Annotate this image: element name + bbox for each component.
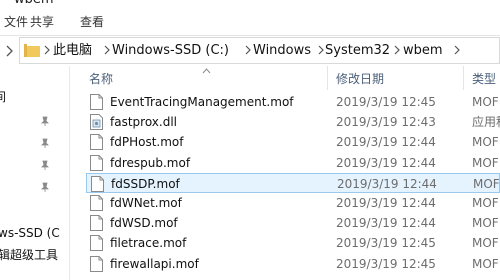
pin-icon[interactable]: [40, 138, 50, 149]
navigation-pane: 间 ws-SSD (C 辑超级工具: [0, 66, 69, 280]
file-row[interactable]: fdWNet.mof 2019/3/19 12:44 MOF: [86, 193, 500, 213]
breadcrumb-chevron-icon[interactable]: [452, 44, 462, 56]
scrollbar[interactable]: [489, 66, 500, 280]
file-modified-date: 2019/3/19 12:43: [336, 115, 436, 130]
breadcrumb-drive[interactable]: Windows-SSD (C:): [112, 43, 229, 59]
title-bar: wbem: [0, 0, 500, 8]
sidebar-item-drive[interactable]: ws-SSD (C: [0, 226, 60, 241]
document-icon: [90, 134, 103, 151]
file-row[interactable]: fdPHost.mof 2019/3/19 12:44 MOF: [86, 132, 500, 152]
file-modified-date: 2019/3/19 12:45: [336, 236, 436, 251]
file-name: fdrespub.mof: [110, 155, 191, 170]
file-row[interactable]: fdSSDP.mof 2019/3/19 12:44 MOF: [86, 172, 500, 193]
file-name: fdSSDP.mof: [111, 176, 180, 191]
document-icon: [90, 255, 103, 272]
breadcrumb-chevron-icon[interactable]: [42, 44, 52, 56]
file-modified-date: 2019/3/19 12:44: [336, 196, 436, 210]
file-modified-date: 2019/3/19 12:45: [336, 95, 436, 109]
file-row[interactable]: EventTracingManagement.mof 2019/3/19 12:4…: [86, 92, 500, 112]
column-headers: 名称 修改日期 类型: [70, 66, 500, 90]
breadcrumb-chevron-icon[interactable]: [243, 44, 253, 56]
document-icon: [90, 215, 103, 232]
file-name: fdWSD.mof: [110, 216, 178, 231]
column-header-name[interactable]: 名称: [89, 72, 113, 86]
file-name: EventTracingManagement.mof: [110, 95, 294, 109]
sidebar-item-quick-access[interactable]: 间: [0, 90, 6, 105]
file-modified-date: 2019/3/19 12:44: [337, 176, 437, 191]
ribbon: 文件 共享 查看: [0, 8, 500, 36]
forward-chevron-icon[interactable]: [4, 44, 14, 58]
breadcrumb-windows[interactable]: Windows: [253, 43, 311, 59]
document-icon: [90, 94, 103, 110]
file-modified-date: 2019/3/19 12:44: [336, 155, 436, 170]
file-row[interactable]: fdWSD.mof 2019/3/19 12:44 MOF: [86, 213, 500, 233]
folder-icon: [24, 44, 40, 57]
document-icon: [91, 175, 104, 192]
column-separator[interactable]: [327, 66, 328, 90]
address-bar[interactable]: 此电脑 Windows-SSD (C:) Windows System32 wb…: [19, 37, 500, 64]
breadcrumb-chevron-icon[interactable]: [392, 44, 402, 56]
file-name: fastprox.dll: [110, 115, 177, 130]
document-icon: [90, 235, 103, 252]
document-icon: [90, 195, 103, 211]
file-name: filetrace.mof: [110, 236, 187, 251]
breadcrumb-wbem[interactable]: wbem: [403, 43, 443, 59]
sidebar-item-folder[interactable]: 辑超级工具: [0, 248, 58, 263]
file-modified-date: 2019/3/19 12:44: [336, 135, 436, 150]
file-row[interactable]: filetrace.mof 2019/3/19 12:45 MOF: [86, 233, 500, 253]
pin-icon[interactable]: [40, 116, 50, 127]
column-separator[interactable]: [463, 66, 464, 90]
sort-ascending-icon: [202, 68, 211, 74]
window-title: wbem: [14, 0, 54, 7]
file-name: fdPHost.mof: [110, 135, 184, 150]
file-row[interactable]: firewallapi.mof 2019/3/19 12:45 MOF: [86, 254, 500, 274]
file-modified-date: 2019/3/19 12:44: [336, 216, 436, 231]
file-modified-date: 2019/3/19 12:45: [336, 256, 436, 271]
file-name: fdWNet.mof: [110, 196, 182, 210]
breadcrumb-chevron-icon[interactable]: [102, 44, 112, 56]
tab-share[interactable]: 共享: [30, 14, 54, 30]
column-header-date[interactable]: 修改日期: [336, 72, 384, 86]
dll-icon: [90, 114, 103, 131]
pin-icon[interactable]: [40, 182, 50, 193]
pin-icon[interactable]: [40, 160, 50, 171]
file-row[interactable]: fdrespub.mof 2019/3/19 12:44 MOF: [86, 153, 500, 173]
file-name: firewallapi.mof: [110, 256, 199, 271]
tab-view[interactable]: 查看: [80, 14, 104, 30]
breadcrumb-system32[interactable]: System32: [325, 43, 390, 59]
pane-divider[interactable]: [69, 66, 70, 280]
file-row[interactable]: fastprox.dll2019/3/19 12:43应用程: [86, 112, 500, 132]
tab-file[interactable]: 文件: [4, 14, 28, 30]
document-icon: [90, 154, 103, 171]
breadcrumb-this-pc[interactable]: 此电脑: [53, 43, 92, 59]
